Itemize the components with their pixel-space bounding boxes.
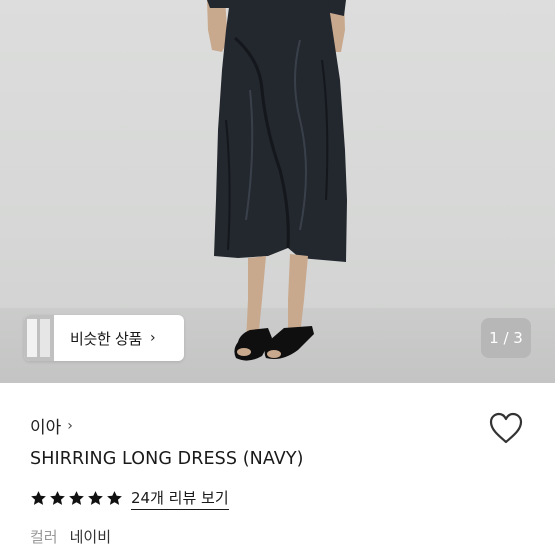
star-icon bbox=[50, 491, 65, 505]
brand-name: 이아 bbox=[30, 418, 62, 438]
rating-row: 24개 리뷰 보기 bbox=[30, 487, 229, 510]
star-icon bbox=[107, 491, 122, 505]
similar-products-label: 비슷한 상품 bbox=[70, 329, 142, 348]
wishlist-button[interactable] bbox=[488, 411, 524, 445]
star-icon bbox=[31, 491, 46, 505]
chevron-right-icon: › bbox=[67, 417, 73, 434]
product-info: 이아 › SHIRRING LONG DRESS (NAVY) 24개 리뷰 보… bbox=[0, 383, 555, 555]
review-link[interactable]: 24개 리뷰 보기 bbox=[131, 487, 229, 510]
product-image-gallery[interactable]: 비슷한 상품 › 1 / 3 bbox=[0, 0, 555, 383]
model-left-toes bbox=[237, 348, 251, 356]
color-option-row: 컬러 네이비 bbox=[30, 526, 111, 547]
rating-stars bbox=[30, 490, 125, 507]
heart-icon bbox=[489, 412, 523, 444]
image-page-counter: 1 / 3 bbox=[481, 318, 531, 358]
similar-products-button[interactable]: 비슷한 상품 › bbox=[24, 315, 184, 361]
model-right-leg bbox=[288, 254, 308, 335]
star-icon bbox=[88, 491, 103, 505]
product-title: SHIRRING LONG DRESS (NAVY) bbox=[30, 449, 304, 469]
star-icon bbox=[69, 491, 84, 505]
model-right-toes bbox=[267, 350, 281, 358]
chevron-right-icon: › bbox=[149, 330, 156, 346]
option-value: 네이비 bbox=[69, 528, 112, 546]
similar-products-thumbnail bbox=[24, 315, 54, 361]
option-label: 컬러 bbox=[30, 528, 58, 546]
brand-link[interactable]: 이아 › bbox=[30, 413, 73, 439]
